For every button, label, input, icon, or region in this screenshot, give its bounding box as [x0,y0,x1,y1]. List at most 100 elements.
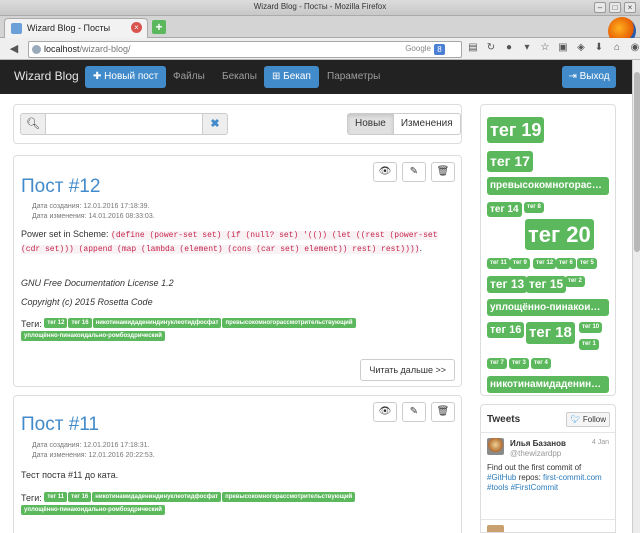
avatar[interactable] [487,525,504,532]
bookmarks-list-icon[interactable]: ▣ [556,41,570,55]
reload-icon[interactable]: ↻ [484,41,498,55]
back-icon[interactable]: ◀ [6,42,22,56]
cloud-tag[interactable]: тег 20 [525,219,594,250]
app-navbar: Wizard Blog ✚ Новый пост Файлы Бекапы ⊞ … [0,60,632,94]
tag-label[interactable]: тег 12 [44,318,68,328]
post-body: Тест поста #11 до ката. [21,470,119,480]
close-tab-icon[interactable]: × [131,22,142,33]
cloud-tag[interactable]: тег 6 [556,258,576,269]
view-post-icon[interactable]: 👁︎ [373,402,397,422]
post-title[interactable]: Пост #12 [21,176,100,198]
cloud-tag[interactable]: тег 11 [487,258,510,269]
cloud-tag[interactable]: тег 7 [487,358,507,369]
tag-label[interactable]: уплощённо-пинакоидально-ромбоэдрический [21,331,165,341]
cloud-tag[interactable]: превысокомногорассмотрительствующий [487,177,609,195]
abp-icon[interactable]: ● [502,41,516,55]
url-bar[interactable]: localhost/wizard-blog/ Google 8 [28,41,462,58]
tags-label: Теги: [21,492,42,503]
hashtag-link[interactable]: #GitHub [487,473,516,482]
tag-label[interactable]: превысокомногорассмотрительствующий [222,318,356,328]
close-window-icon[interactable]: × [624,2,636,13]
post-modified-date: Дата изменения: 12.01.2016 20:22:53. [32,452,155,459]
tag-label[interactable]: никотинамидадениндинуклеотидфосфат [92,492,222,502]
brand[interactable]: Wizard Blog [14,69,79,83]
sort-new-button[interactable]: Новые [347,113,394,135]
cloud-tag[interactable]: тег 4 [531,358,551,369]
hashtag-link[interactable]: #tools [487,483,508,492]
url-path: /wizard-blog/ [79,44,131,54]
nav-files-link[interactable]: Файлы [173,71,205,82]
tag-label[interactable]: превысокомногорассмотрительствующий [222,492,356,502]
cloud-tag[interactable]: уплощённо-пинакоидально-ромбоэдрический [487,299,609,316]
google-icon[interactable]: 8 [434,44,445,55]
site-identity-icon[interactable] [32,45,41,54]
home-icon[interactable]: ⌂ [610,41,624,55]
delete-post-icon[interactable]: 🗑︎ [431,402,455,422]
tag-label[interactable]: тег 16 [68,492,92,502]
nav-settings-link[interactable]: Параметры [327,71,380,82]
view-post-icon[interactable]: 👁︎ [373,162,397,182]
browser-tab[interactable]: Wizard Blog - Посты × [4,18,148,38]
cloud-tag[interactable]: тег 2 [565,276,585,287]
tweet-date[interactable]: 4 Jan [592,439,609,446]
scrollbar-thumb[interactable] [634,72,640,252]
cloud-tag[interactable]: тег 17 [487,151,533,172]
cloud-tag[interactable]: тег 14 [487,202,522,217]
cloud-tag[interactable]: тег 5 [577,258,597,269]
tweet-author-name[interactable]: Илья Базанов [510,439,566,448]
cloud-tag[interactable]: тег 18 [526,322,575,344]
logout-button[interactable]: ⇥ Выход [562,66,616,88]
addon-icon[interactable]: ◉ [628,41,640,55]
cloud-tag[interactable]: тег 3 [509,358,529,369]
bookmark-star-icon[interactable]: ☆ [538,41,552,55]
search-input[interactable] [45,113,203,135]
cloud-tag[interactable]: тег 13 [487,276,528,293]
browser-navbar: ◀ localhost/wizard-blog/ Google 8 ▤ ↻ ● … [0,38,640,60]
cloud-tag[interactable]: никотинамидадениндинуклеотидфосфат [487,376,609,393]
clear-search-icon[interactable]: ✖ [202,113,228,135]
tweets-widget: Tweets 🐦︎ Follow Илья Базанов 4 Jan @the… [480,404,616,533]
minimize-icon[interactable]: – [594,2,606,13]
cloud-tag[interactable]: тег 15 [526,276,567,293]
cloud-tag[interactable]: тег 9 [510,258,530,269]
nav-backups-link[interactable]: Бекапы [222,71,257,82]
read-more-button[interactable]: Читать дальше >> [360,359,455,381]
post-title[interactable]: Пост #11 [21,414,99,436]
dropdown-icon[interactable]: ▾ [520,41,534,55]
cloud-tag[interactable]: тег 1 [579,339,599,350]
pocket-icon[interactable]: ◈ [574,41,588,55]
post-actions: 👁︎ ✎ 🗑︎ [373,402,455,422]
download-icon[interactable]: ⬇ [592,41,606,55]
cloud-tag[interactable]: тег 8 [524,202,544,213]
page-scrollbar[interactable] [632,60,640,533]
post-license: GNU Free Documentation License 1.2 [21,278,174,288]
tweet-author-handle[interactable]: @thewizardpp [510,449,561,458]
tag-label[interactable]: уплощённо-пинакоидально-ромбоэдрический [21,505,165,515]
post-body: Power set in Scheme: (define (power-set … [21,228,441,256]
reader-icon[interactable]: ▤ [466,41,480,55]
logout-icon: ⇥ [568,71,577,82]
follow-button[interactable]: 🐦︎ Follow [566,412,610,427]
edit-post-icon[interactable]: ✎ [402,162,426,182]
tag-label[interactable]: тег 16 [68,318,92,328]
tweet-url-link[interactable]: first-commit.com [543,473,602,482]
delete-post-icon[interactable]: 🗑︎ [431,162,455,182]
cloud-tag[interactable]: тег 10 [579,322,603,333]
post-text-prefix: Power set in Scheme: [21,229,112,239]
tag-label[interactable]: тег 11 [44,492,68,502]
new-tab-button[interactable]: + [152,20,166,34]
tweet-text: Find out the first commit of #GitHub rep… [487,463,611,493]
hashtag-link[interactable]: #FirstCommit [511,483,559,492]
backup-button[interactable]: ⊞ Бекап [264,66,319,88]
browser-tabbar: Wizard Blog - Посты × + [0,16,640,45]
tag-label[interactable]: никотинамидадениндинуклеотидфосфат [92,318,222,328]
avatar[interactable] [487,438,504,455]
sort-changes-button[interactable]: Изменения [393,113,461,135]
maximize-icon[interactable]: □ [609,2,621,13]
cloud-tag[interactable]: тег 12 [533,258,557,269]
edit-post-icon[interactable]: ✎ [402,402,426,422]
window-titlebar: Wizard Blog - Посты - Mozilla Firefox – … [0,0,640,16]
cloud-tag[interactable]: тег 16 [487,322,525,338]
cloud-tag[interactable]: тег 19 [487,117,545,143]
new-post-button[interactable]: ✚ Новый пост [85,66,167,88]
